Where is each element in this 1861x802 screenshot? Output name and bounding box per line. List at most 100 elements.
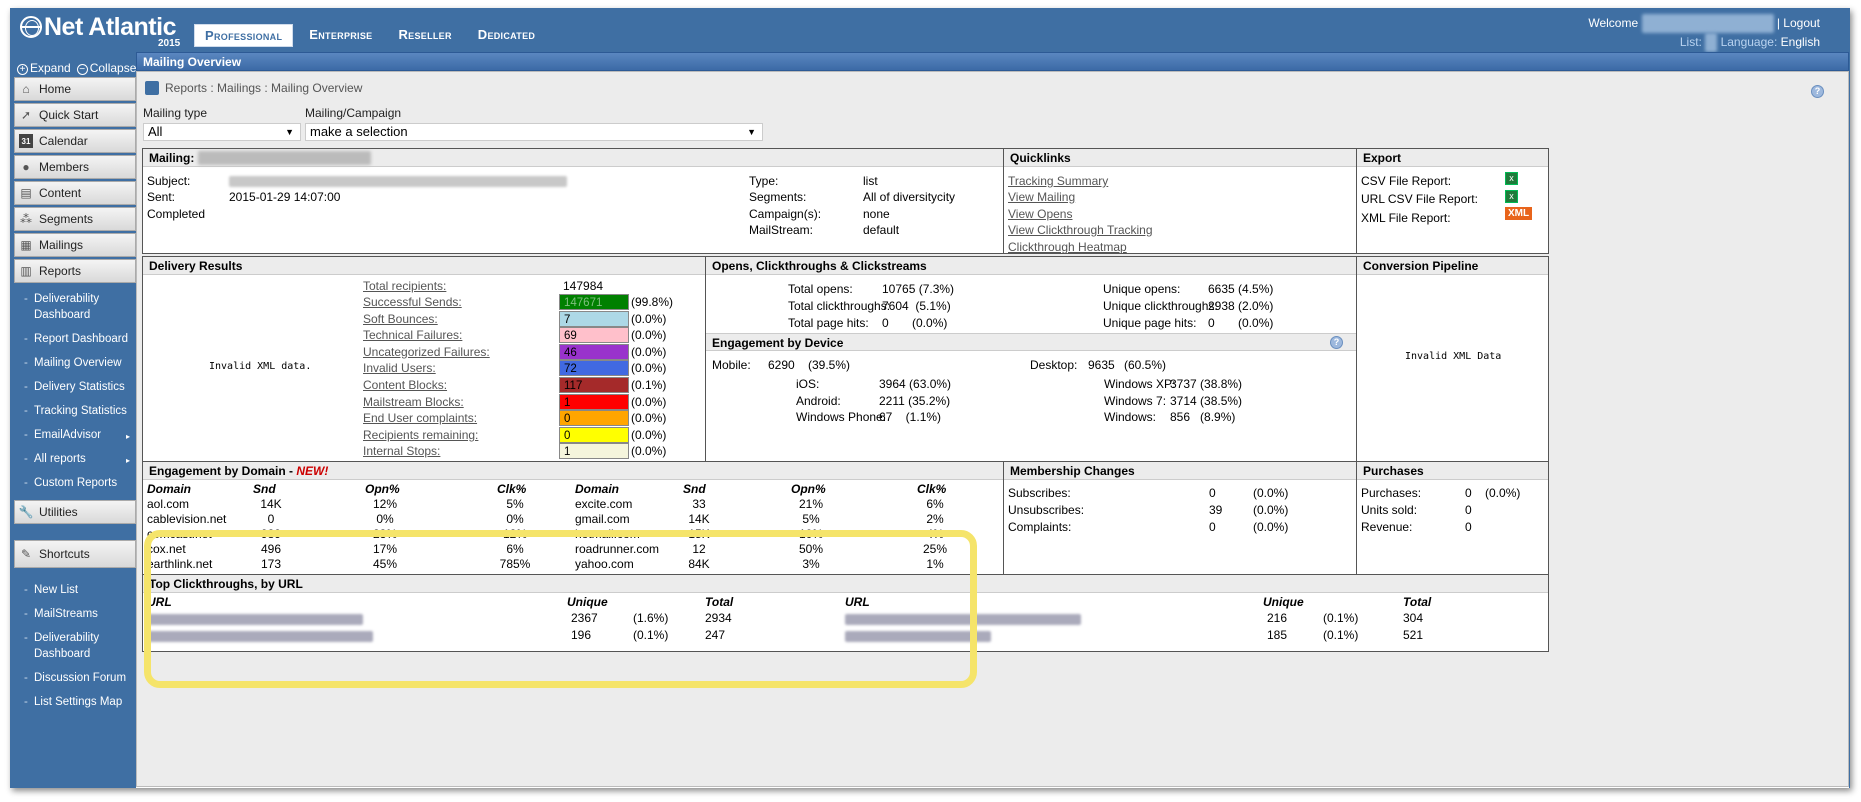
sidebar-item-home[interactable]: ⌂ Home (14, 77, 136, 101)
domain-value-cell: 6% (926, 497, 944, 511)
desktop-label: Desktop: (1030, 358, 1078, 372)
view-opens-link[interactable]: View Opens (1008, 207, 1072, 221)
domain-value-cell: 785% (499, 557, 531, 571)
delivery-category-link[interactable]: Uncategorized Failures: (363, 345, 490, 359)
campaign-select[interactable]: make a selection ▼ (305, 123, 763, 141)
xml-icon[interactable]: XML (1505, 207, 1533, 220)
unique-opens-label: Unique opens: (1103, 282, 1181, 296)
domain-value-cell: 84K (688, 557, 710, 571)
domain-name-cell: earthlink.net (147, 557, 213, 571)
sub-deliverability-dashboard[interactable]: Deliverability Dashboard (14, 287, 136, 327)
sidebar-item-mailings[interactable]: ▦ Mailings (14, 233, 136, 257)
mailing-type-select[interactable]: All ▼ (143, 123, 301, 141)
welcome-text: Welcome (1588, 16, 1639, 30)
delivery-category-link[interactable]: Technical Failures: (363, 328, 462, 342)
logout-link[interactable]: Logout (1783, 16, 1820, 30)
delivery-value-bar: 72 (559, 360, 629, 377)
excel-icon[interactable]: x (1505, 190, 1518, 203)
total-recipients-link[interactable]: Total recipients: (363, 279, 446, 293)
delivery-category-link[interactable]: Content Blocks: (363, 378, 447, 392)
delivery-category-link[interactable]: Successful Sends: (363, 295, 462, 309)
url-redacted[interactable] (845, 631, 991, 642)
campaign-label: Mailing/Campaign (305, 106, 402, 120)
domain-value-cell: 14K (260, 497, 282, 511)
mobile-label: Mobile: (712, 358, 751, 372)
windows-label: Windows: (1104, 410, 1157, 424)
language-select[interactable]: English (1781, 35, 1820, 49)
delivery-category-link[interactable]: Invalid Users: (363, 361, 436, 375)
domain-value-cell: 496 (260, 542, 282, 556)
windows-xp-value: 3737 (38.8%) (1170, 377, 1243, 391)
delivery-percent: (0.0%) (631, 427, 667, 442)
sidebar-item-calendar[interactable]: 31 Calendar (14, 129, 136, 153)
sidebar-item-segments[interactable]: ⁂ Segments (14, 207, 136, 231)
clickthrough-heatmap-link[interactable]: Clickthrough Heatmap (1008, 240, 1127, 254)
campaigns-label: Campaign(s): (749, 207, 822, 221)
tab-dedicated[interactable]: Dedicated (468, 24, 545, 47)
conversion-panel: Conversion Pipeline Invalid XML Data (1356, 256, 1549, 462)
wrench-icon: 🔧 (18, 505, 34, 519)
sub-all-reports[interactable]: All reports▸ (14, 447, 136, 471)
total-opens-value: 10765 (7.3%) (882, 282, 955, 296)
sidebar-item-reports[interactable]: ▥ Reports (14, 259, 136, 283)
domain-value-cell: 989 (260, 527, 282, 541)
sidebar-item-utilities[interactable]: 🔧 Utilities (14, 500, 136, 524)
tab-enterprise[interactable]: Enterprise (299, 24, 382, 47)
tab-professional[interactable]: Professional (194, 24, 294, 47)
domain-name-cell: hotmail.com (575, 527, 640, 541)
domain-column-header: Opn% (365, 482, 400, 496)
domain-name-cell: excite.com (575, 497, 633, 511)
clickthroughs-panel: Top Clickthroughs, by URL URL Unique Tot… (142, 574, 1549, 652)
help-icon[interactable]: ? (1811, 85, 1824, 98)
expand-button[interactable]: + Expand (17, 61, 71, 75)
shortcut-list-settings-map[interactable]: List Settings Map (14, 690, 136, 714)
delivery-category-link[interactable]: Internal Stops: (363, 444, 440, 458)
delivery-category-link[interactable]: End User complaints: (363, 411, 477, 425)
domain-column-header: Clk% (917, 482, 947, 496)
shortcut-deliverability-dashboard[interactable]: Deliverability Dashboard (14, 626, 136, 666)
sub-custom-reports[interactable]: Custom Reports (14, 471, 136, 495)
campaigns-value: none (863, 207, 890, 221)
sub-tracking-statistics[interactable]: Tracking Statistics (14, 399, 136, 423)
sub-emailadvisor[interactable]: EmailAdvisor▸ (14, 423, 136, 447)
excel-icon[interactable]: x (1505, 172, 1518, 185)
unique-header: Unique (1263, 595, 1304, 609)
url-csv-report-label: URL CSV File Report: (1361, 192, 1478, 206)
tab-reseller[interactable]: Reseller (388, 24, 461, 47)
delivery-category-link[interactable]: Recipients remaining: (363, 428, 478, 442)
view-mailing-link[interactable]: View Mailing (1008, 190, 1075, 204)
sidebar-item-quick-start[interactable]: ➚ Quick Start (14, 103, 136, 127)
sidebar-item-shortcuts[interactable]: ✎ Shortcuts (14, 540, 136, 568)
home-icon: ⌂ (22, 82, 30, 96)
mobile-pct: (39.5%) (808, 358, 851, 372)
shortcut-new-list[interactable]: New List (14, 578, 136, 602)
help-icon[interactable]: ? (1330, 336, 1343, 349)
delivery-category-link[interactable]: Mailstream Blocks: (363, 395, 464, 409)
domain-value-cell: 2% (926, 512, 944, 526)
url-redacted[interactable] (845, 614, 1081, 625)
domain-name-cell: yahoo.com (575, 557, 634, 571)
welcome-area: Welcome xxxxxxxxxxxxxxxxxxxxxx | Logout … (1588, 14, 1820, 52)
sidebar-item-members[interactable]: ● Members (14, 155, 136, 179)
delivery-percent: (0.1%) (631, 378, 667, 392)
view-clickthrough-link[interactable]: View Clickthrough Tracking (1008, 223, 1153, 237)
collapse-button[interactable]: − Collapse (76, 61, 136, 75)
url-redacted[interactable] (147, 631, 373, 642)
url-redacted[interactable] (147, 614, 363, 625)
click-total: 304 (1403, 611, 1424, 625)
delivery-category-link[interactable]: Soft Bounces: (363, 312, 438, 326)
delivery-percent: (0.0%) (631, 311, 667, 326)
sub-delivery-statistics[interactable]: Delivery Statistics (14, 375, 136, 399)
delivery-value-bar: 1 (559, 443, 629, 460)
domain-value-cell: 50% (798, 542, 824, 556)
opens-title: Opens, Clickthroughs & Clickstreams (706, 257, 1356, 275)
logo[interactable]: Net Atlantic (20, 12, 176, 42)
top-nav: Professional Enterprise Reseller Dedicat… (194, 24, 545, 47)
sub-mailing-overview[interactable]: Mailing Overview (14, 351, 136, 375)
delivery-value-bar: 69 (559, 327, 629, 344)
shortcut-discussion-forum[interactable]: Discussion Forum (14, 666, 136, 690)
tracking-summary-link[interactable]: Tracking Summary (1008, 174, 1108, 188)
sub-report-dashboard[interactable]: Report Dashboard (14, 327, 136, 351)
shortcut-mailstreams[interactable]: MailStreams (14, 602, 136, 626)
sidebar-item-content[interactable]: ▤ Content (14, 181, 136, 205)
